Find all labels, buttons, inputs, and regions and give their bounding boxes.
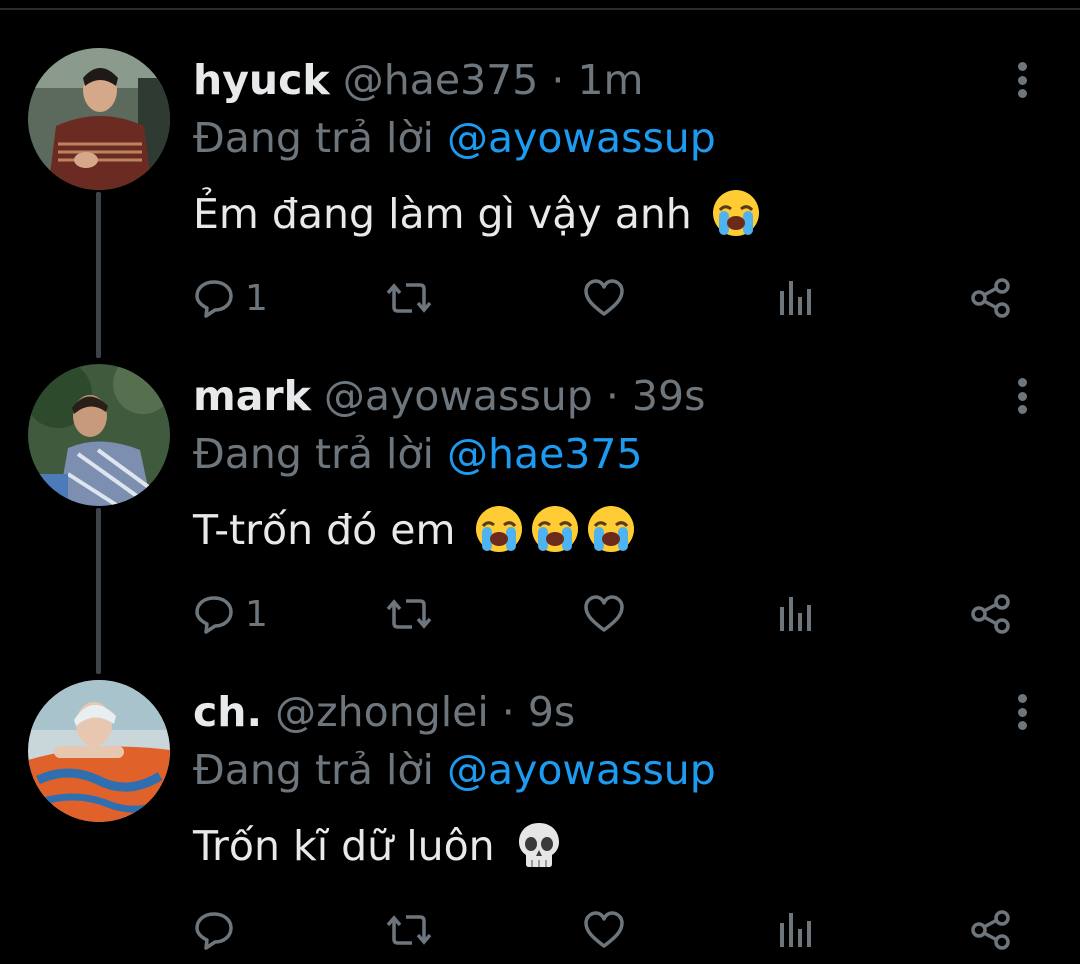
tweet-header: ch. @zhonglei · 9s xyxy=(193,684,575,740)
tweet[interactable]: hyuck @hae375 · 1m Đang trả lời @ayowass… xyxy=(0,0,1080,319)
retweet-button[interactable] xyxy=(386,900,432,960)
reply-button[interactable] xyxy=(193,900,245,960)
comment-bubble-icon xyxy=(193,593,235,635)
reply-count: 1 xyxy=(245,277,268,319)
share-button[interactable] xyxy=(970,900,1012,960)
loudly-crying-face-icon xyxy=(586,504,636,570)
replying-to-label: Đang trả lời xyxy=(193,114,434,162)
tweet-text-content: T-trốn đó em xyxy=(193,506,456,554)
heart-icon xyxy=(582,593,626,635)
tweet-text: Trốn kĩ dữ luôn xyxy=(193,816,564,876)
display-name[interactable]: mark xyxy=(193,372,311,420)
reply-count: 1 xyxy=(245,593,268,635)
retweet-icon xyxy=(386,277,432,319)
replying-to-label: Đang trả lời xyxy=(193,746,434,794)
replying-to: Đang trả lời @ayowassup xyxy=(193,110,716,166)
replying-to-handle[interactable]: @hae375 xyxy=(447,430,643,478)
reply-thread: hyuck @hae375 · 1m Đang trả lời @ayowass… xyxy=(0,0,1080,964)
timestamp[interactable]: · 39s xyxy=(606,372,706,420)
avatar[interactable] xyxy=(28,364,170,506)
loudly-crying-face-icon xyxy=(711,188,761,254)
loudly-crying-face-icon xyxy=(530,504,580,570)
tweet-text: Ẻm đang làm gì vậy anh xyxy=(193,184,761,244)
analytics-bars-icon xyxy=(778,277,814,319)
loudly-crying-face-icon xyxy=(474,504,524,570)
replying-to-handle[interactable]: @ayowassup xyxy=(447,746,716,794)
user-handle[interactable]: @hae375 xyxy=(343,56,539,104)
more-vertical-icon[interactable] xyxy=(1006,376,1038,416)
user-handle[interactable]: @zhonglei xyxy=(275,688,489,736)
more-vertical-icon[interactable] xyxy=(1006,60,1038,100)
tweet-text: T-trốn đó em xyxy=(193,500,636,560)
tweet-header: hyuck @hae375 · 1m xyxy=(193,52,643,108)
timestamp[interactable]: · 9s xyxy=(502,688,576,736)
avatar[interactable] xyxy=(28,48,170,190)
avatar[interactable] xyxy=(28,680,170,822)
display-name[interactable]: hyuck xyxy=(193,56,330,104)
replying-to: Đang trả lời @ayowassup xyxy=(193,742,716,798)
tweet-header: mark @ayowassup · 39s xyxy=(193,368,705,424)
share-icon xyxy=(970,593,1012,635)
skull-icon xyxy=(514,820,564,886)
tweet[interactable]: ch. @zhonglei · 9s Đang trả lời @ayowass… xyxy=(0,632,1080,950)
heart-icon xyxy=(582,909,626,951)
timestamp[interactable]: · 1m xyxy=(551,56,643,104)
tweet-text-content: Trốn kĩ dữ luôn xyxy=(193,822,495,870)
tweet[interactable]: mark @ayowassup · 39s Đang trả lời @hae3… xyxy=(0,316,1080,635)
tweet-text-content: Ẻm đang làm gì vậy anh xyxy=(193,190,692,238)
comment-bubble-icon xyxy=(193,909,235,951)
heart-icon xyxy=(582,277,626,319)
share-icon xyxy=(970,277,1012,319)
user-handle[interactable]: @ayowassup xyxy=(324,372,593,420)
retweet-icon xyxy=(386,593,432,635)
replying-to-label: Đang trả lời xyxy=(193,430,434,478)
tweet-actions xyxy=(0,900,1080,960)
share-icon xyxy=(970,909,1012,951)
retweet-icon xyxy=(386,909,432,951)
display-name[interactable]: ch. xyxy=(193,688,262,736)
analytics-button[interactable] xyxy=(778,900,814,960)
comment-bubble-icon xyxy=(193,277,235,319)
replying-to: Đang trả lời @hae375 xyxy=(193,426,643,482)
analytics-bars-icon xyxy=(778,593,814,635)
more-vertical-icon[interactable] xyxy=(1006,692,1038,732)
analytics-bars-icon xyxy=(778,909,814,951)
like-button[interactable] xyxy=(582,900,626,960)
replying-to-handle[interactable]: @ayowassup xyxy=(447,114,716,162)
